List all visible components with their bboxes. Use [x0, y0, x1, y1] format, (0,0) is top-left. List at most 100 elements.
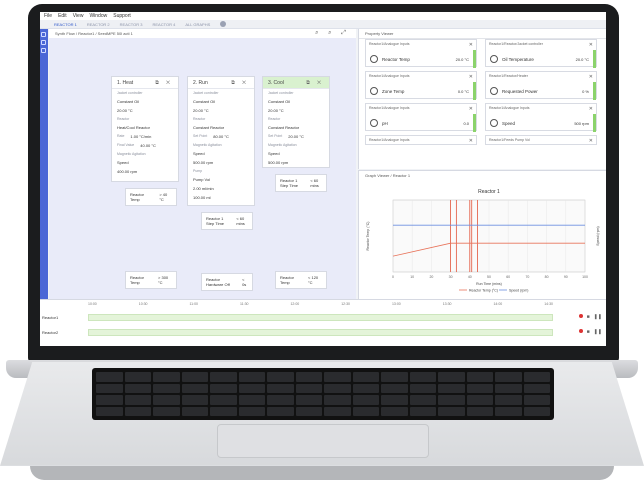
property-value: 500 rpm: [574, 120, 589, 126]
pump-total-value[interactable]: 100.00 ml: [193, 195, 211, 200]
menu-edit[interactable]: Edit: [58, 13, 67, 19]
setpoint-value[interactable]: 20.00 °C: [193, 108, 209, 113]
tab-reactor-1[interactable]: REACTOR 1: [54, 22, 77, 27]
field-value[interactable]: Constant Oil: [193, 99, 215, 104]
field-label: Magnetic Agitation: [268, 143, 297, 147]
tab-all-graphs[interactable]: ALL GRAPHS: [185, 22, 210, 27]
schedule-icon[interactable]: [41, 32, 46, 37]
property-name: Requested Power: [502, 88, 538, 94]
property-card[interactable]: Reactor1/Analogue Inputs ✕ Reactor Temp 20.…: [365, 39, 477, 68]
row-controls[interactable]: ■ ❚❚: [578, 314, 602, 320]
close-icon[interactable]: ✕: [589, 106, 593, 112]
timeline-bar[interactable]: [88, 329, 553, 336]
step-card-controls[interactable]: ⧉ ✕: [155, 80, 173, 86]
row-controls[interactable]: ■ ❚❚: [578, 329, 602, 335]
gauge-icon: [490, 87, 498, 95]
property-card[interactable]: Reactor1/Analogue Inputs ✕ Zone Temp 0.0 °C: [365, 71, 477, 100]
final-value[interactable]: 40.00 °C: [140, 143, 156, 148]
setpoint-value[interactable]: 20.00 °C: [268, 108, 284, 113]
agitation-setpoint[interactable]: 500.00 rpm: [193, 160, 213, 165]
rate-value[interactable]: 80.00 °C: [213, 134, 229, 139]
record-icon[interactable]: [578, 329, 583, 333]
step-card-cool[interactable]: 3. Cool ⧉ ✕ Jacket controller Constant O…: [262, 76, 330, 168]
timeline-row-label: Reactor2: [42, 330, 59, 335]
graph-viewer: Graph Viewer / Reactor 1 Reactor 1 0 10 20 3…: [358, 170, 606, 299]
property-card[interactable]: Reactor1/Analogue Inputs ✕ pH 0.0: [365, 103, 477, 132]
menu-support[interactable]: Support: [113, 13, 131, 19]
agitation-value[interactable]: Speed: [193, 151, 205, 156]
close-icon[interactable]: ✕: [469, 138, 473, 144]
step-card-controls[interactable]: ⧉ ✕: [306, 80, 324, 86]
timeline-row-label: Reactor1: [42, 315, 59, 320]
end-condition-card[interactable]: Reactor Hardware Off < 0s: [201, 273, 253, 291]
timeline-bar[interactable]: [88, 314, 553, 321]
agitation-setpoint[interactable]: 400.00 rpm: [117, 169, 137, 174]
setpoint-value[interactable]: 20.00 °C: [117, 108, 133, 113]
tab-reactor-2[interactable]: REACTOR 2: [87, 22, 110, 27]
property-name: Speed: [502, 120, 516, 126]
timeline-row-reactor1[interactable]: Reactor1: [40, 312, 606, 323]
stop-icon[interactable]: ■: [587, 314, 590, 320]
tab-reactor-3[interactable]: REACTOR 3: [120, 22, 143, 27]
condition-card[interactable]: Reactor 1 Step Time < 60 mins: [275, 174, 327, 192]
field-label: Magnetic Agitation: [193, 143, 222, 147]
field-value[interactable]: Constant Oil: [268, 99, 290, 104]
add-tab-icon[interactable]: [220, 21, 227, 27]
pump-value[interactable]: Pump Vol: [193, 177, 210, 182]
chart-title: Reactor 1: [478, 189, 500, 195]
step-card-run[interactable]: 2. Run ⧉ ✕ Jacket controller Constant Oi…: [187, 76, 255, 206]
close-icon[interactable]: ✕: [469, 42, 473, 48]
x-tick-label: 30: [449, 275, 453, 279]
record-icon[interactable]: [578, 314, 583, 318]
gauge-icon: [370, 55, 378, 63]
settings-icon[interactable]: [41, 40, 46, 45]
grid-icon[interactable]: [41, 48, 46, 53]
condition-card[interactable]: Reactor Temp > 40 °C: [125, 188, 177, 206]
close-icon[interactable]: ✕: [589, 42, 593, 48]
step-card-controls[interactable]: ⧉ ✕: [231, 80, 249, 86]
property-card[interactable]: Reactor1/Reactor/Heater ✕ Requested Power 0…: [485, 71, 597, 100]
reactor-chart[interactable]: Reactor 1 0 10 20 30 40 50 60 70 80 90 100 Run Time …: [359, 180, 606, 298]
step-card-heat[interactable]: 1. Heat ⧉ ✕ Jacket controller Constant O…: [111, 76, 179, 182]
field-label: Final Value: [117, 143, 135, 147]
menu-bar: File Edit View Window Support: [40, 12, 606, 20]
agitation-value[interactable]: Speed: [117, 160, 129, 165]
agitation-value[interactable]: Speed: [268, 151, 280, 156]
end-condition-card[interactable]: Reactor Temp < 120 °C: [275, 271, 327, 289]
stop-icon[interactable]: ■: [587, 329, 590, 335]
timeline-tick: 12:00: [290, 302, 300, 306]
close-icon[interactable]: ✕: [469, 106, 473, 112]
timeline-tick: 14:00: [493, 302, 503, 306]
mode-value[interactable]: Heat/Cool Reactor: [117, 125, 150, 130]
mode-value[interactable]: Constant Reactor: [193, 125, 224, 130]
property-card[interactable]: Reactor1/Analogue Inputs ✕ Speed 500 rpm: [485, 103, 597, 132]
close-icon[interactable]: ✕: [589, 74, 593, 80]
rate-value[interactable]: 1.00 °C/min: [130, 134, 151, 139]
pause-icon[interactable]: ❚❚: [594, 314, 602, 320]
close-icon[interactable]: ✕: [589, 138, 593, 144]
agitation-setpoint[interactable]: 500.00 rpm: [268, 160, 288, 165]
keyboard-keys: [96, 372, 550, 416]
property-card-header: Reactor1/Analogue Inputs: [369, 138, 410, 142]
condition-card[interactable]: Reactor 1 Step Time < 60 mins: [201, 212, 253, 230]
field-value[interactable]: Constant Oil: [112, 97, 178, 106]
pump-rate-value[interactable]: 2.00 ml/min: [193, 186, 214, 191]
x-tick-label: 70: [525, 275, 529, 279]
property-card[interactable]: Reactor1/Feeds Pump Vol ✕: [485, 135, 597, 145]
zoom-tools[interactable]: ⌕ ⌕ ⤢: [315, 30, 350, 37]
schedule-view-title-bar: Synth Flow / Reactor1 / SeedMPE 50l acti…: [49, 29, 356, 38]
menu-window[interactable]: Window: [89, 13, 107, 19]
mode-value[interactable]: Constant Reactor: [268, 125, 299, 130]
field-label: Set Point: [268, 134, 283, 138]
close-icon[interactable]: ✕: [469, 74, 473, 80]
rate-value[interactable]: 20.00 °C: [288, 134, 304, 139]
tab-reactor-4[interactable]: REACTOR 4: [152, 22, 175, 27]
property-card[interactable]: Reactor1/Analogue Inputs ✕: [365, 135, 477, 145]
property-card[interactable]: Reactor1/Reactor/Jacket controller ✕ Oil T…: [485, 39, 597, 68]
timeline-row-reactor2[interactable]: Reactor2: [40, 327, 606, 338]
menu-file[interactable]: File: [44, 13, 52, 19]
end-condition-card[interactable]: Reactor Temp > 300 °C: [125, 271, 177, 289]
y2-axis-label: Speed (rpm): [596, 226, 600, 245]
menu-view[interactable]: View: [73, 13, 84, 19]
pause-icon[interactable]: ❚❚: [594, 329, 602, 335]
